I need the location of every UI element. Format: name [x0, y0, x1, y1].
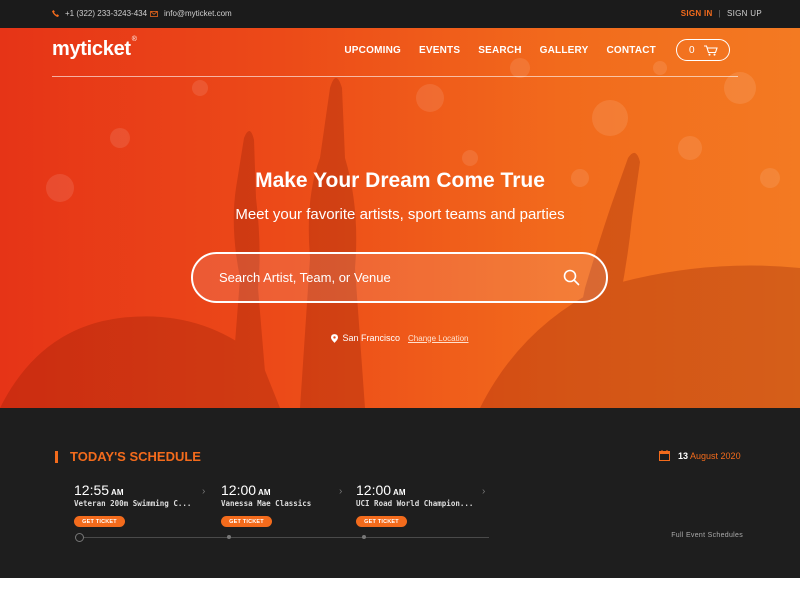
hero-subtitle: Meet your favorite artists, sport teams … — [235, 206, 565, 223]
date-month-year: August 2020 — [690, 450, 741, 461]
schedule-event[interactable]: 12:00 AM Vanessa Mae Classics GET TICKET … — [221, 482, 342, 527]
nav-upcoming[interactable]: UPCOMING — [344, 45, 401, 56]
chevron-right-icon[interactable]: › — [339, 486, 342, 497]
todays-schedule-section: TODAY'S SCHEDULE 13 August 2020 12:55 AM … — [0, 408, 800, 578]
schedule-event[interactable]: 12:55 AM Veteran 200m Swimming C... GET T… — [74, 482, 205, 527]
nav-contact[interactable]: CONTACT — [606, 45, 656, 56]
schedule-date[interactable]: 13 August 2020 — [659, 450, 741, 461]
timeline-marker — [227, 535, 231, 539]
phone-number: +1 (322) 233-3243-434 — [65, 9, 148, 18]
phone-contact[interactable]: +1 (322) 233-3243-434 — [52, 9, 147, 18]
date-day: 13 — [678, 450, 689, 461]
heading-accent-bar — [55, 450, 58, 463]
hero-title: Make Your Dream Come True — [255, 169, 545, 192]
sign-up-link[interactable]: SIGN UP — [727, 9, 762, 18]
chevron-right-icon[interactable]: › — [482, 486, 485, 497]
page-bottom — [0, 578, 800, 600]
schedule-timeline — [79, 537, 489, 538]
event-name: Veteran 200m Swimming C... — [74, 499, 192, 508]
schedule-event[interactable]: 12:00 AM UCI Road World Champion... GET T… — [356, 482, 485, 527]
nav-search[interactable]: SEARCH — [478, 45, 521, 56]
main-nav: UPCOMING EVENTS SEARCH GALLERY CONTACT — [344, 45, 656, 56]
header-divider — [52, 76, 738, 77]
registered-mark: ® — [131, 36, 137, 43]
phone-icon — [52, 10, 59, 17]
search-icon[interactable] — [563, 269, 580, 286]
hero-search-box — [191, 252, 608, 303]
location-bar: San Francisco Change Location — [0, 333, 800, 343]
hero-section: myticket® UPCOMING EVENTS SEARCH GALLERY… — [0, 28, 800, 408]
search-input[interactable] — [219, 254, 539, 301]
schedule-heading: TODAY'S SCHEDULE — [55, 449, 201, 464]
event-time: 12:00 AM — [221, 482, 311, 498]
cart-icon — [703, 44, 718, 56]
timeline-current-marker — [75, 533, 84, 542]
schedule-title: TODAY'S SCHEDULE — [70, 449, 201, 464]
nav-events[interactable]: EVENTS — [419, 45, 460, 56]
email-address: info@myticket.com — [164, 9, 232, 18]
top-bar: +1 (322) 233-3243-434 info@myticket.com … — [0, 0, 800, 28]
change-location-link[interactable]: Change Location — [408, 334, 469, 343]
current-location: San Francisco — [342, 333, 401, 343]
event-time-value: 12:00 — [221, 482, 257, 498]
email-contact[interactable]: info@myticket.com — [150, 9, 232, 18]
event-name: UCI Road World Champion... — [356, 499, 474, 508]
event-time-value: 12:00 — [356, 482, 392, 498]
get-ticket-button[interactable]: GET TICKET — [74, 516, 125, 527]
event-time: 12:00 AM — [356, 482, 473, 498]
location-pin-icon — [331, 333, 339, 343]
event-ampm: AM — [258, 488, 271, 497]
site-logo[interactable]: myticket® — [52, 36, 137, 61]
cart-count: 0 — [689, 44, 695, 56]
event-ampm: AM — [393, 488, 406, 497]
nav-gallery[interactable]: GALLERY — [540, 45, 589, 56]
full-event-schedules-link[interactable]: Full Event Schedules — [671, 532, 743, 539]
event-ampm: AM — [111, 488, 124, 497]
auth-links: SIGN IN | SIGN UP — [681, 9, 762, 18]
event-time: 12:55 AM — [74, 482, 191, 498]
sign-in-link[interactable]: SIGN IN — [681, 9, 713, 18]
get-ticket-button[interactable]: GET TICKET — [221, 516, 272, 527]
auth-separator: | — [718, 9, 721, 18]
get-ticket-button[interactable]: GET TICKET — [356, 516, 407, 527]
chevron-right-icon[interactable]: › — [202, 486, 205, 497]
calendar-icon — [659, 450, 670, 461]
timeline-marker — [362, 535, 366, 539]
logo-text: myticket — [52, 38, 131, 60]
event-time-value: 12:55 — [74, 482, 110, 498]
cart-button[interactable]: 0 — [676, 39, 730, 61]
mail-icon — [150, 10, 158, 17]
event-name: Vanessa Mae Classics — [221, 499, 312, 508]
